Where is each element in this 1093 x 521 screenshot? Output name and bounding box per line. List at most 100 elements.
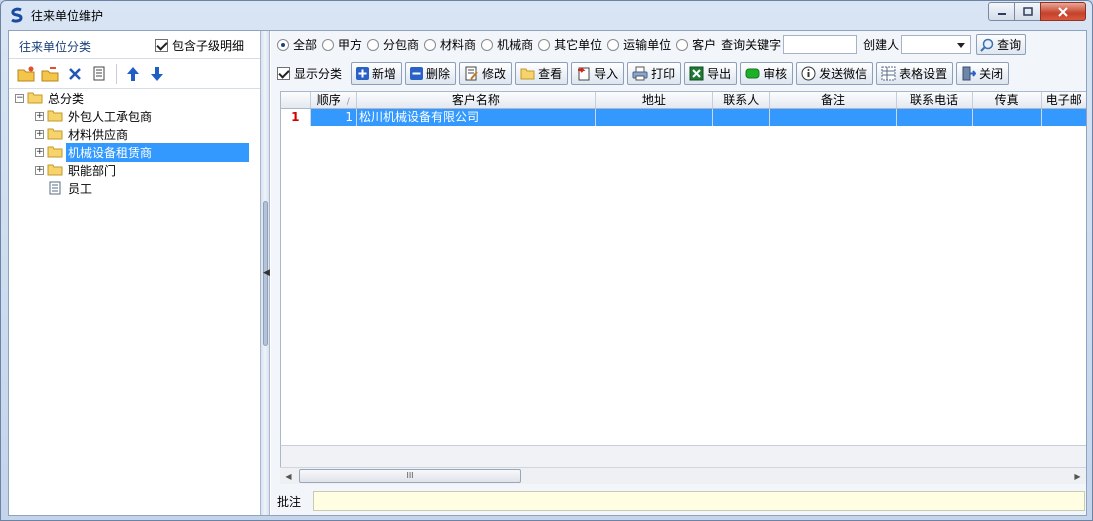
tree-node-employee[interactable]: 员工 (47, 179, 94, 197)
main-pane: 全部 甲方 分包商 材料商 机械商 其它单位 运输单位 客户 查询关键字 创建人… (271, 31, 1086, 515)
expand-icon[interactable]: + (35, 111, 44, 121)
import-label: 导入 (594, 67, 619, 81)
include-sub-check-icon[interactable] (155, 39, 168, 52)
radio-label: 运输单位 (623, 38, 672, 52)
export-button[interactable]: 导出 (684, 62, 738, 85)
move-down-button[interactable] (148, 65, 166, 83)
radio-label: 分包商 (383, 38, 420, 52)
add-category-button[interactable] (17, 65, 35, 83)
folder-open-icon (27, 92, 43, 104)
tree-node-contractor[interactable]: + 外包人工承包商 (35, 107, 154, 125)
expand-icon[interactable]: + (35, 165, 44, 175)
table-settings-button[interactable]: 表格设置 (876, 62, 954, 85)
cell-order[interactable]: 1 (310, 109, 358, 126)
tree-node-material-supplier[interactable]: + 材料供应商 (35, 125, 130, 143)
radio-icon[interactable] (424, 38, 437, 51)
column-header-order[interactable]: 顺序 / (311, 92, 357, 108)
cell-email[interactable] (1041, 109, 1086, 126)
add-button[interactable]: 新增 (351, 62, 403, 85)
document-icon (49, 181, 61, 195)
show-category-checkbox[interactable]: 显示分类 (277, 65, 342, 82)
radio-icon[interactable] (481, 38, 494, 51)
column-header-email[interactable]: 电子邮 (1042, 92, 1086, 108)
send-wechat-button[interactable]: 发送微信 (796, 62, 874, 85)
column-header-contact[interactable]: 联系人 (713, 92, 771, 108)
maximize-button[interactable] (1014, 2, 1040, 21)
tree-node-root[interactable]: − 总分类 (15, 89, 86, 107)
cell-remark[interactable] (770, 109, 897, 126)
radio-icon[interactable] (277, 38, 289, 51)
filter-radio-customer[interactable]: 客户 (676, 36, 716, 53)
filter-radio-all[interactable]: 全部 (277, 36, 317, 53)
column-header-fax[interactable]: 传真 (973, 92, 1042, 108)
expand-icon[interactable]: + (35, 147, 44, 157)
sort-icon: / (346, 97, 350, 107)
copy-category-button[interactable] (91, 65, 109, 83)
edit-label: 修改 (482, 67, 507, 81)
close-window-button[interactable] (1040, 2, 1086, 21)
creator-select[interactable] (901, 35, 972, 54)
tree-node-machinery-lessor[interactable]: + 机械设备租赁商 (35, 142, 249, 162)
keyword-input[interactable] (783, 35, 858, 54)
table-icon (881, 66, 896, 81)
view-button[interactable]: 查看 (515, 62, 569, 85)
cell-address[interactable] (595, 109, 714, 126)
filter-radio-owner[interactable]: 甲方 (322, 36, 362, 53)
expand-icon[interactable]: + (35, 129, 44, 139)
radio-icon[interactable] (676, 38, 689, 51)
query-button[interactable]: 查询 (976, 34, 1027, 55)
collapse-left-icon[interactable]: ◀ (263, 268, 270, 278)
audit-button[interactable]: 审核 (740, 62, 794, 85)
print-button[interactable]: 打印 (627, 62, 682, 85)
filter-bar: 全部 甲方 分包商 材料商 机械商 其它单位 运输单位 客户 查询关键字 创建人… (271, 31, 1086, 58)
radio-label: 其它单位 (554, 38, 603, 52)
delete-label: 删除 (426, 67, 451, 81)
category-header: 往来单位分类 包含子级明细 (9, 31, 260, 59)
column-header-phone[interactable]: 联系电话 (897, 92, 973, 108)
filter-radio-subcontractor[interactable]: 分包商 (367, 36, 419, 53)
app-window: 往来单位维护 往来单位分类 包含子级明细 − 总分类 + 外包人工承包商 + 材… (0, 0, 1093, 521)
radio-icon[interactable] (322, 38, 335, 51)
filter-radio-material[interactable]: 材料商 (424, 36, 476, 53)
pane-splitter[interactable]: ◀ (261, 31, 270, 515)
category-toolbar (9, 59, 260, 89)
tree-node-functional-dept[interactable]: + 职能部门 (35, 161, 118, 179)
column-header-remark[interactable]: 备注 (770, 92, 897, 108)
cell-phone[interactable] (896, 109, 973, 126)
scroll-right-icon[interactable]: ▶ (1069, 468, 1086, 484)
radio-icon[interactable] (538, 38, 551, 51)
close-icon (1058, 6, 1068, 17)
minimize-button[interactable] (988, 2, 1014, 21)
radio-label: 全部 (293, 38, 318, 52)
note-input[interactable] (313, 491, 1086, 511)
info-icon (801, 66, 816, 81)
filter-radio-transport[interactable]: 运输单位 (607, 36, 671, 53)
edit-button[interactable]: 修改 (459, 62, 513, 85)
column-header-name[interactable]: 客户名称 (357, 92, 596, 108)
grid-header: 顺序 / 客户名称 地址 联系人 备注 联系电话 传真 电子邮 (281, 92, 1086, 109)
row-number: 1 (281, 109, 311, 126)
filter-radio-machinery[interactable]: 机械商 (481, 36, 533, 53)
horizontal-scrollbar[interactable]: ◀ III ▶ (280, 467, 1086, 484)
table-row[interactable]: 1 1 松川机械设备有限公司 (281, 109, 1086, 126)
column-header-address[interactable]: 地址 (596, 92, 714, 108)
import-button[interactable]: 导入 (571, 62, 625, 85)
move-up-button[interactable] (124, 65, 142, 83)
cell-fax[interactable] (972, 109, 1042, 126)
delete-button[interactable]: 删除 (405, 62, 457, 85)
close-button[interactable]: 关闭 (956, 62, 1010, 85)
delete-category-button[interactable] (66, 65, 84, 83)
show-category-check-icon[interactable] (277, 67, 290, 80)
scroll-thumb[interactable]: III (299, 469, 521, 483)
cell-contact[interactable] (713, 109, 771, 126)
cell-name[interactable]: 松川机械设备有限公司 (357, 109, 596, 126)
folder-icon (47, 110, 63, 122)
collapse-icon[interactable]: − (15, 93, 24, 103)
include-sub-checkbox[interactable]: 包含子级明细 (155, 37, 244, 54)
radio-icon[interactable] (607, 38, 620, 51)
radio-icon[interactable] (367, 38, 380, 51)
edit-category-button[interactable] (41, 65, 59, 83)
tree-node-label: 材料供应商 (68, 127, 129, 142)
filter-radio-other[interactable]: 其它单位 (538, 36, 602, 53)
scroll-left-icon[interactable]: ◀ (280, 468, 297, 484)
